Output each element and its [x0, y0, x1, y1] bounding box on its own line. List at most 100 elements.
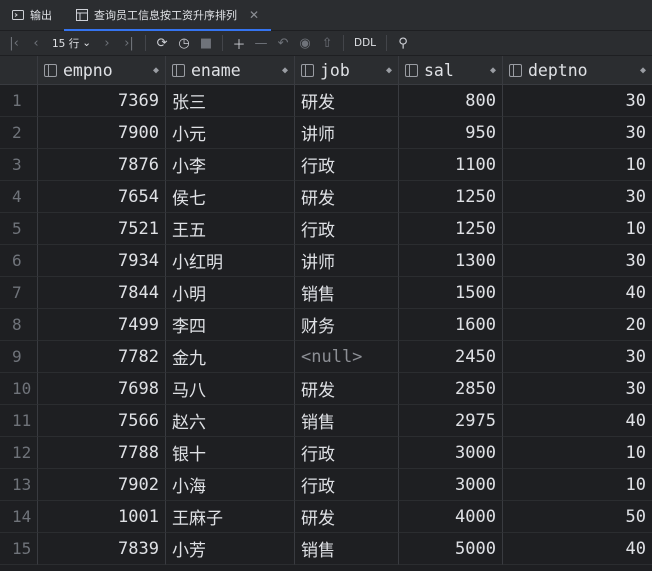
cell-job[interactable]: 讲师: [295, 117, 399, 149]
last-page-icon[interactable]: ›|: [119, 33, 139, 53]
cell-ename[interactable]: 张三: [166, 85, 295, 117]
cell-sal[interactable]: 4000: [399, 501, 503, 533]
cell-ename[interactable]: 小明: [166, 277, 295, 309]
cell-job[interactable]: 行政: [295, 437, 399, 469]
cell-job[interactable]: 行政: [295, 213, 399, 245]
cell-deptno[interactable]: 10: [503, 149, 652, 181]
cell-job[interactable]: 行政: [295, 149, 399, 181]
tab-output[interactable]: 输出: [0, 0, 64, 30]
reload-icon[interactable]: ⟳: [152, 33, 172, 53]
cell-empno[interactable]: 7839: [38, 533, 166, 565]
cell-empno[interactable]: 7499: [38, 309, 166, 341]
cell-sal[interactable]: 1250: [399, 181, 503, 213]
column-header-job[interactable]: job ◆: [295, 56, 399, 84]
table-row[interactable]: 11 7566 赵六 销售 2975 40: [0, 405, 652, 437]
cell-empno[interactable]: 7654: [38, 181, 166, 213]
cell-job[interactable]: <null>: [295, 341, 399, 373]
preview-icon[interactable]: ◉: [295, 33, 315, 53]
cell-ename[interactable]: 赵六: [166, 405, 295, 437]
history-icon[interactable]: ◷: [174, 33, 194, 53]
revert-icon[interactable]: ↶: [273, 33, 293, 53]
cell-job[interactable]: 销售: [295, 277, 399, 309]
cell-empno[interactable]: 7934: [38, 245, 166, 277]
cell-deptno[interactable]: 30: [503, 117, 652, 149]
table-row[interactable]: 9 7782 金九 <null> 2450 30: [0, 341, 652, 373]
pin-icon[interactable]: ⚲: [393, 33, 413, 53]
cell-job[interactable]: 研发: [295, 85, 399, 117]
cell-sal[interactable]: 1100: [399, 149, 503, 181]
column-header-sal[interactable]: sal ◆: [399, 56, 503, 84]
cell-deptno[interactable]: 30: [503, 245, 652, 277]
table-row[interactable]: 5 7521 王五 行政 1250 10: [0, 213, 652, 245]
cell-sal[interactable]: 1250: [399, 213, 503, 245]
cell-deptno[interactable]: 30: [503, 181, 652, 213]
table-row[interactable]: 10 7698 马八 研发 2850 30: [0, 373, 652, 405]
cell-deptno[interactable]: 30: [503, 85, 652, 117]
cell-sal[interactable]: 800: [399, 85, 503, 117]
cell-ename[interactable]: 小李: [166, 149, 295, 181]
cell-job[interactable]: 财务: [295, 309, 399, 341]
row-count-dropdown[interactable]: 15 行 ⌄: [48, 36, 95, 51]
cell-ename[interactable]: 侯七: [166, 181, 295, 213]
cell-empno[interactable]: 7900: [38, 117, 166, 149]
submit-icon[interactable]: ⇧: [317, 33, 337, 53]
column-header-ename[interactable]: ename ◆: [166, 56, 295, 84]
cell-empno[interactable]: 7844: [38, 277, 166, 309]
cell-deptno[interactable]: 20: [503, 309, 652, 341]
cell-ename[interactable]: 李四: [166, 309, 295, 341]
cell-sal[interactable]: 1300: [399, 245, 503, 277]
cell-ename[interactable]: 王麻子: [166, 501, 295, 533]
cell-job[interactable]: 研发: [295, 181, 399, 213]
cell-empno[interactable]: 7369: [38, 85, 166, 117]
cell-empno[interactable]: 7698: [38, 373, 166, 405]
cell-sal[interactable]: 950: [399, 117, 503, 149]
cell-ename[interactable]: 小红明: [166, 245, 295, 277]
sort-icon[interactable]: ◆: [153, 65, 159, 76]
sort-icon[interactable]: ◆: [490, 65, 496, 76]
delete-row-icon[interactable]: —: [251, 33, 271, 53]
cell-sal[interactable]: 1500: [399, 277, 503, 309]
ddl-button[interactable]: DDL: [350, 37, 380, 49]
stop-icon[interactable]: ■: [196, 33, 216, 53]
table-row[interactable]: 1 7369 张三 研发 800 30: [0, 85, 652, 117]
table-row[interactable]: 6 7934 小红明 讲师 1300 30: [0, 245, 652, 277]
cell-ename[interactable]: 马八: [166, 373, 295, 405]
cell-deptno[interactable]: 10: [503, 437, 652, 469]
cell-job[interactable]: 研发: [295, 373, 399, 405]
cell-deptno[interactable]: 50: [503, 501, 652, 533]
cell-sal[interactable]: 2450: [399, 341, 503, 373]
cell-sal[interactable]: 2850: [399, 373, 503, 405]
cell-job[interactable]: 销售: [295, 405, 399, 437]
cell-ename[interactable]: 小元: [166, 117, 295, 149]
cell-empno[interactable]: 7788: [38, 437, 166, 469]
cell-sal[interactable]: 5000: [399, 533, 503, 565]
table-row[interactable]: 3 7876 小李 行政 1100 10: [0, 149, 652, 181]
cell-ename[interactable]: 小海: [166, 469, 295, 501]
cell-sal[interactable]: 1600: [399, 309, 503, 341]
cell-deptno[interactable]: 40: [503, 405, 652, 437]
table-row[interactable]: 12 7788 银十 行政 3000 10: [0, 437, 652, 469]
table-row[interactable]: 8 7499 李四 财务 1600 20: [0, 309, 652, 341]
cell-job[interactable]: 研发: [295, 501, 399, 533]
table-row[interactable]: 2 7900 小元 讲师 950 30: [0, 117, 652, 149]
table-row[interactable]: 13 7902 小海 行政 3000 10: [0, 469, 652, 501]
cell-deptno[interactable]: 30: [503, 373, 652, 405]
cell-job[interactable]: 讲师: [295, 245, 399, 277]
prev-page-icon[interactable]: ‹: [26, 33, 46, 53]
close-icon[interactable]: ✕: [249, 8, 259, 22]
sort-icon[interactable]: ◆: [386, 65, 392, 76]
cell-sal[interactable]: 3000: [399, 469, 503, 501]
table-row[interactable]: 4 7654 侯七 研发 1250 30: [0, 181, 652, 213]
cell-deptno[interactable]: 30: [503, 341, 652, 373]
cell-empno[interactable]: 1001: [38, 501, 166, 533]
cell-ename[interactable]: 小芳: [166, 533, 295, 565]
tab-query-result[interactable]: 查询员工信息按工资升序排列 ✕: [64, 0, 272, 31]
cell-empno[interactable]: 7521: [38, 213, 166, 245]
cell-empno[interactable]: 7566: [38, 405, 166, 437]
table-row[interactable]: 7 7844 小明 销售 1500 40: [0, 277, 652, 309]
cell-deptno[interactable]: 10: [503, 213, 652, 245]
column-header-deptno[interactable]: deptno ◆: [503, 56, 652, 84]
cell-ename[interactable]: 金九: [166, 341, 295, 373]
sort-icon[interactable]: ◆: [282, 65, 288, 76]
table-row[interactable]: 15 7839 小芳 销售 5000 40: [0, 533, 652, 565]
